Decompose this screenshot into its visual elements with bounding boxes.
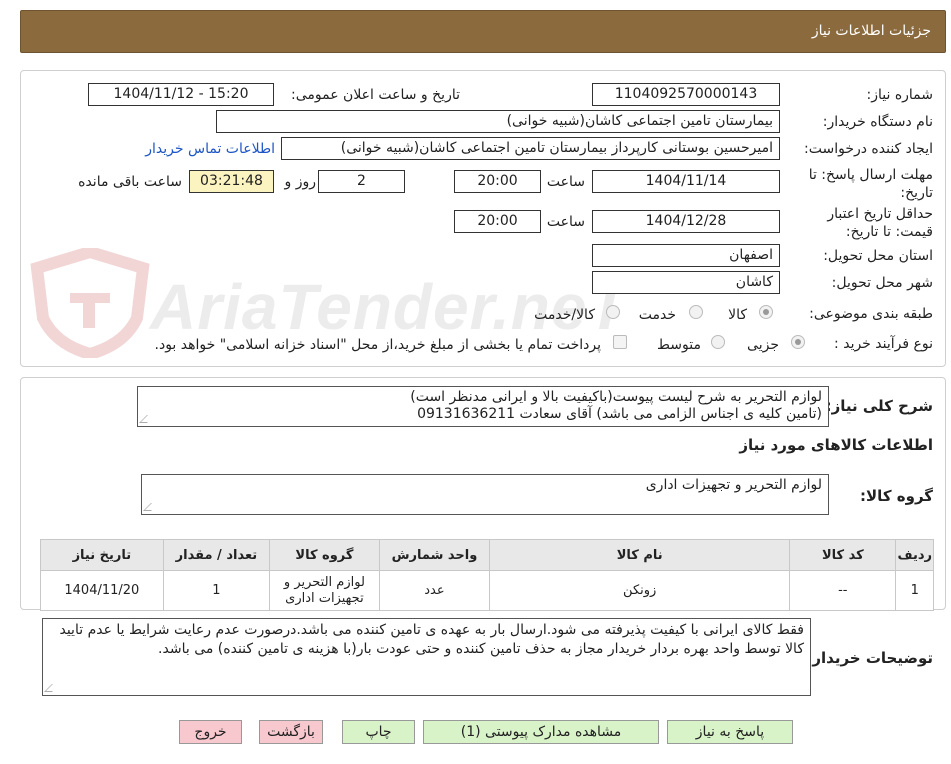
requester-label: ایجاد کننده درخواست: (804, 141, 933, 157)
deadline-time-field: 20:00 (454, 170, 541, 193)
category-goods-radio[interactable] (759, 305, 773, 319)
cell-group: لوازم التحریر و تجهیزات اداری (269, 570, 380, 611)
buyer-notes-text: فقط کالای ایرانی با کیفیت پذیرفته می شود… (59, 622, 804, 657)
summary-label: شرح کلی نیاز: (825, 397, 933, 415)
announce-field: 1404/11/12 - 15:20 (88, 83, 274, 106)
col-header-quantity: تعداد / مقدار (162, 539, 271, 571)
category-label: طبقه بندی موضوعی: (809, 306, 933, 322)
goods-group-value: لوازم التحریر و تجهیزات اداری (645, 477, 822, 493)
back-button[interactable]: بازگشت (259, 720, 323, 744)
validity-label: حداقل تاریخ اعتبار قیمت: تا تاریخ: (827, 206, 933, 240)
cell-unit: عدد (378, 570, 491, 611)
need-number-label: شماره نیاز: (866, 87, 934, 103)
col-header-name: نام کالا (489, 539, 791, 571)
remaining-label: ساعت باقی مانده (78, 174, 182, 190)
process-medium-radio[interactable] (711, 335, 725, 349)
process-label: نوع فرآیند خرید : (834, 336, 933, 352)
cell-need-date: 1404/11/20 (40, 570, 164, 611)
need-number-field: 1104092570000143 (592, 83, 780, 106)
remaining-time-field: 03:21:48 (189, 170, 274, 193)
category-goods-label: کالا (728, 307, 747, 323)
resize-handle-icon[interactable] (143, 503, 159, 511)
col-header-need-date: تاریخ نیاز (40, 539, 164, 571)
col-header-unit: واحد شمارش (378, 539, 491, 571)
validity-hour-label: ساعت (546, 214, 585, 230)
cell-code: -- (789, 570, 897, 611)
process-medium-label: متوسط (657, 337, 701, 353)
col-header-group: گروه کالا (269, 539, 380, 571)
province-label: استان محل تحویل: (823, 248, 933, 264)
cell-quantity: 1 (162, 570, 271, 611)
cell-row-number: 1 (895, 570, 934, 611)
summary-line-2: (تامین کلیه ی اجناس الزامی می باشد) آقای… (417, 406, 822, 422)
page-title: جزئیات اطلاعات نیاز (811, 23, 931, 39)
announce-label: تاریخ و ساعت اعلان عمومی: (291, 87, 460, 103)
deadline-hour-label: ساعت (546, 174, 585, 190)
buyer-notes-textarea[interactable]: فقط کالای ایرانی با کیفیت پذیرفته می شود… (42, 618, 811, 696)
watermark-shield-icon (25, 245, 155, 361)
days-remaining-field: 2 (318, 170, 405, 193)
treasury-payment-checkbox[interactable] (613, 335, 627, 349)
resize-handle-icon[interactable] (44, 684, 60, 692)
buyer-org-field: بیمارستان تامین اجتماعی کاشان(شبیه خوانی… (216, 110, 780, 133)
summary-textarea[interactable]: لوازم التحریر به شرح لیست پیوست(باکیفیت … (137, 386, 829, 427)
goods-group-label: گروه کالا: (860, 487, 933, 505)
city-field: کاشان (592, 271, 780, 294)
deadline-label: مهلت ارسال پاسخ: تا تاریخ: (808, 167, 933, 201)
category-both-label: کالا/خدمت (534, 307, 595, 323)
validity-date-field: 1404/12/28 (592, 210, 780, 233)
items-table: ردیف کد کالا نام کالا واحد شمارش گروه کا… (40, 539, 934, 611)
goods-group-textarea[interactable]: لوازم التحریر و تجهیزات اداری (141, 474, 829, 515)
page-header: جزئیات اطلاعات نیاز (20, 10, 946, 53)
view-attachments-button[interactable]: مشاهده مدارک پیوستی (1) (423, 720, 659, 744)
print-button[interactable]: چاپ (342, 720, 415, 744)
category-both-radio[interactable] (606, 305, 620, 319)
days-label: روز و (284, 174, 317, 190)
deadline-date-field: 1404/11/14 (592, 170, 780, 193)
treasury-payment-note: پرداخت تمام یا بخشی از مبلغ خرید،از محل … (154, 337, 601, 353)
category-service-radio[interactable] (689, 305, 703, 319)
requester-field: امیرحسین بوستانی کارپرداز بیمارستان تامی… (281, 137, 780, 160)
process-minor-radio[interactable] (791, 335, 805, 349)
province-field: اصفهان (592, 244, 780, 267)
items-table-header-row: ردیف کد کالا نام کالا واحد شمارش گروه کا… (40, 539, 934, 571)
buyer-org-label: نام دستگاه خریدار: (822, 114, 933, 130)
exit-button[interactable]: خروج (179, 720, 242, 744)
category-service-label: خدمت (638, 307, 676, 323)
city-label: شهر محل تحویل: (831, 275, 933, 291)
process-minor-label: جزیی (747, 337, 779, 353)
col-header-code: کد کالا (789, 539, 897, 571)
table-row: 1 -- زونکن عدد لوازم التحریر و تجهیزات ا… (40, 570, 934, 611)
goods-info-title: اطلاعات کالاهای مورد نیاز (739, 436, 933, 454)
buyer-notes-label: توضیحات خریدار: (806, 649, 933, 667)
contact-info-link[interactable]: اطلاعات تماس خریدار (145, 141, 275, 157)
validity-time-field: 20:00 (454, 210, 541, 233)
summary-line-1: لوازم التحریر به شرح لیست پیوست(باکیفیت … (410, 389, 822, 405)
col-header-row-number: ردیف (895, 539, 934, 571)
cell-name: زونکن (489, 570, 791, 611)
reply-button[interactable]: پاسخ به نیاز (667, 720, 793, 744)
